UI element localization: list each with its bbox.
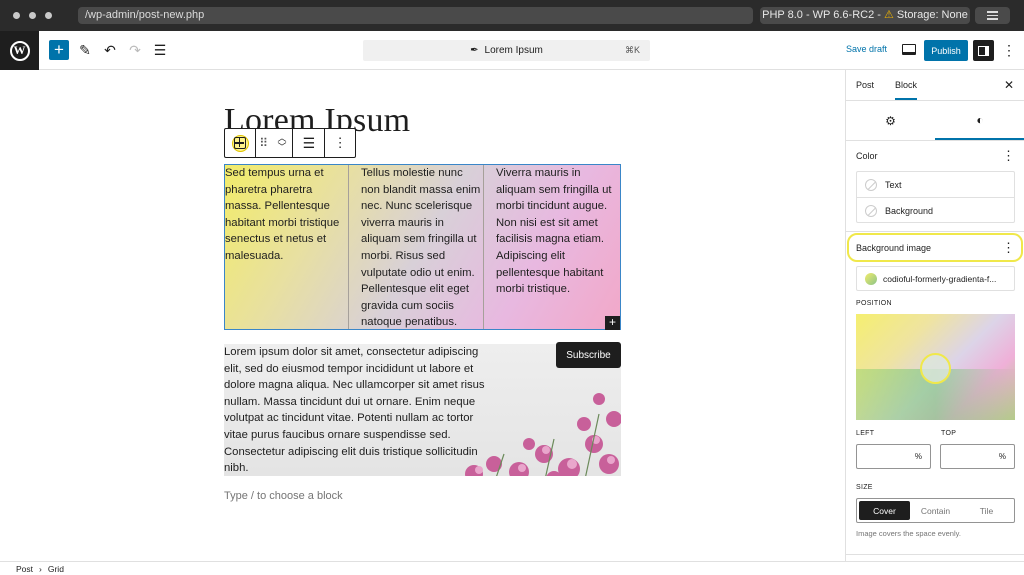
drag-handle-icon[interactable]: ⠿ (256, 129, 272, 157)
breadcrumb: Post › Grid (0, 561, 1024, 575)
justify-button[interactable]: ☰ (293, 129, 326, 157)
options-kebab-icon[interactable]: ⋮ (1002, 42, 1016, 58)
save-draft-button[interactable]: Save draft (846, 44, 887, 54)
color-options-kebab-icon[interactable]: ⋮ (1002, 149, 1015, 162)
maximize-window-icon[interactable] (45, 12, 52, 19)
wordpress-logo-icon: W (9, 40, 30, 61)
tools-button[interactable]: ✎ (75, 40, 95, 60)
background-image-title: Background image (856, 243, 932, 253)
window-controls (13, 12, 52, 19)
browser-chrome: /wp-admin/post-new.php PHP 8.0 - WP 6.6-… (0, 0, 1024, 31)
menu-icon (987, 11, 998, 13)
section-divider (846, 231, 1024, 232)
command-title: Lorem Ipsum (484, 45, 543, 56)
color-section-title: Color (856, 151, 878, 161)
size-option-cover[interactable]: Cover (859, 501, 910, 520)
feather-icon: ✒ (470, 45, 479, 56)
block-options-kebab-icon[interactable]: ⋮ (325, 129, 355, 157)
breadcrumb-post[interactable]: Post (16, 564, 33, 574)
list-view-icon: ☰ (153, 41, 167, 58)
size-option-tile[interactable]: Tile (961, 501, 1012, 520)
tab-post[interactable]: Post (856, 80, 874, 90)
focal-point-handle[interactable] (920, 353, 951, 384)
empty-swatch-icon (865, 205, 877, 217)
close-window-icon[interactable] (13, 12, 20, 19)
background-image-filename: codioful-formerly-gradienta-f... (883, 273, 997, 284)
background-image-kebab-icon[interactable]: ⋮ (1002, 241, 1015, 254)
redo-icon: ↷ (129, 41, 141, 58)
gear-icon: ⚙ (885, 114, 896, 128)
plus-icon: + (54, 40, 64, 59)
grid-column-1[interactable]: Sed tempus urna et pharetra pharetra mas… (225, 165, 349, 329)
background-color-label: Background (885, 206, 934, 216)
top-position-input[interactable]: % (940, 444, 1015, 469)
warning-icon: ⚠ (883, 9, 894, 21)
text-color-button[interactable]: Text (857, 172, 1014, 198)
block-toolbar: ⠿ ︿ ﹀ ☰ ⋮ (224, 128, 356, 158)
grid-column-2[interactable]: Tellus molestie nunc non blandit massa e… (348, 165, 484, 329)
move-buttons[interactable]: ︿ ﹀ (272, 129, 294, 157)
subscribe-button[interactable]: Subscribe (556, 342, 621, 368)
editor-canvas[interactable]: Lorem Ipsum ⠿ ︿ ﹀ ☰ ⋮ Sed tempus urna et… (0, 70, 845, 561)
half-circle-icon: ◐ (976, 113, 984, 127)
section-divider (846, 554, 1024, 555)
focal-point-picker[interactable] (856, 314, 1015, 420)
environment-version: PHP 8.0 - WP 6.6-RC2 - (762, 9, 884, 21)
left-position-input[interactable]: % (856, 444, 931, 469)
preview-icon[interactable] (902, 44, 916, 55)
chevron-down-icon[interactable]: ﹀ (278, 143, 287, 152)
align-center-icon: ☰ (302, 134, 316, 151)
grid-block[interactable]: Sed tempus urna et pharetra pharetra mas… (224, 164, 621, 330)
image-thumbnail-icon (865, 272, 877, 285)
redo-button[interactable]: ↷ (125, 40, 145, 60)
wordpress-logo-button[interactable]: W (0, 31, 39, 70)
undo-icon: ↶ (104, 41, 116, 58)
sidebar-tabs: Post Block ✕ (846, 70, 1024, 101)
tab-block[interactable]: Block (895, 80, 918, 100)
grid-add-block-button[interactable]: + (605, 316, 620, 330)
environment-badge[interactable]: PHP 8.0 - WP 6.6-RC2 - ⚠ Storage: None (760, 7, 970, 24)
environment-storage: Storage: None (896, 9, 968, 21)
block-type-button[interactable] (225, 129, 256, 157)
color-controls: Text Background (856, 171, 1015, 223)
shortcut-hint: ⌘K (624, 45, 640, 55)
size-label: SIZE (856, 484, 873, 491)
settings-sidebar: Post Block ✕ ⚙ ◐ Color ⋮ Text Background… (845, 70, 1024, 561)
minimize-window-icon[interactable] (29, 12, 36, 19)
sidebar-icon (978, 45, 989, 56)
tab-settings[interactable]: ⚙ (846, 102, 935, 140)
publish-button[interactable]: Publish (924, 40, 968, 61)
settings-toggle-button[interactable] (973, 40, 994, 61)
top-label: TOP (941, 430, 957, 437)
command-palette-button[interactable]: ✒ Lorem Ipsum ⌘K (363, 40, 650, 61)
cover-paragraph[interactable]: Lorem ipsum dolor sit amet, consectetur … (224, 344, 494, 476)
block-appender[interactable]: Type / to choose a block (224, 490, 343, 502)
editor-header: W + ✎ ↶ ↷ ☰ ✒ Lorem Ipsum ⌘K Save draft … (0, 31, 1024, 70)
grid-icon (233, 137, 246, 149)
size-toggle-group: Cover Contain Tile (856, 498, 1015, 523)
close-icon[interactable]: ✕ (1004, 78, 1014, 92)
size-help-text: Image covers the space evenly. (856, 529, 961, 538)
empty-swatch-icon (865, 178, 877, 191)
address-bar[interactable]: /wp-admin/post-new.php (78, 7, 753, 24)
pencil-icon: ✎ (79, 41, 91, 58)
left-label: LEFT (856, 430, 875, 437)
undo-button[interactable]: ↶ (100, 40, 120, 60)
grid-column-3[interactable]: Viverra mauris in aliquam sem fringilla … (483, 165, 620, 329)
block-inspector-tabs: ⚙ ◐ (846, 102, 1024, 141)
plus-icon: + (608, 315, 616, 329)
breadcrumb-separator-icon: › (39, 563, 42, 574)
breadcrumb-grid[interactable]: Grid (48, 564, 64, 574)
tab-styles[interactable]: ◐ (935, 102, 1024, 140)
position-label: POSITION (856, 300, 892, 307)
block-inserter-button[interactable]: + (49, 40, 69, 60)
document-overview-button[interactable]: ☰ (150, 40, 170, 60)
text-color-label: Text (885, 179, 902, 190)
size-option-contain[interactable]: Contain (910, 501, 961, 520)
browser-menu-button[interactable] (975, 7, 1010, 24)
background-color-button[interactable]: Background (857, 198, 1014, 224)
background-image-file-button[interactable]: codioful-formerly-gradienta-f... (856, 266, 1015, 291)
